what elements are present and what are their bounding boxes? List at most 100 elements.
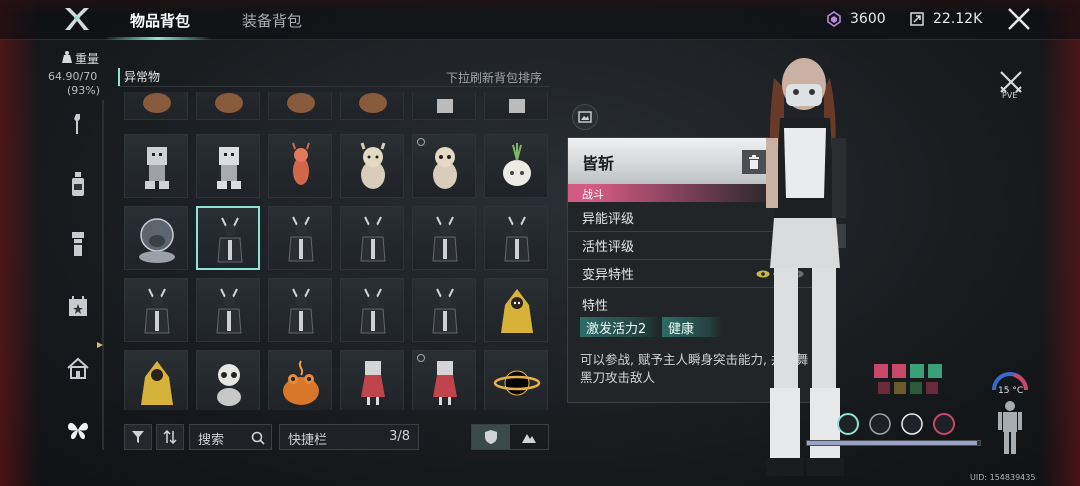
orange-toad-icon — [283, 360, 319, 405]
butterfly-icon — [68, 422, 88, 440]
body-status-icon[interactable] — [996, 400, 1024, 456]
panda-robot-icon — [217, 364, 241, 406]
skill-slots[interactable] — [836, 410, 956, 438]
item-name: 皆斩 — [582, 154, 615, 173]
weight-icon — [62, 51, 72, 63]
active-marker-icon — [97, 342, 103, 348]
box-head-figure-icon — [145, 147, 169, 189]
item-slot[interactable] — [196, 92, 260, 120]
item-slot[interactable] — [412, 134, 476, 198]
game-logo-icon[interactable] — [62, 6, 92, 32]
item-slot[interactable] — [268, 92, 332, 120]
item-slot[interactable] — [124, 350, 188, 410]
mountain-icon — [522, 434, 536, 443]
onion-bulb-icon — [503, 143, 531, 186]
quickbar-button[interactable]: 快捷栏 3/8 — [279, 424, 419, 450]
sort-button[interactable] — [156, 424, 184, 450]
shield-icon — [485, 430, 497, 444]
energy-progress-bar — [806, 440, 981, 446]
item-slot[interactable] — [412, 350, 476, 410]
red-dress-doll-icon — [361, 361, 385, 405]
mode-label: PVE — [1002, 91, 1018, 100]
currency-energy[interactable]: 22.12K — [909, 11, 982, 27]
filter-button[interactable] — [124, 424, 152, 450]
horned-figure-icon — [144, 288, 170, 334]
item-slot[interactable] — [196, 134, 260, 198]
item-slot[interactable] — [340, 350, 404, 410]
red-dress-doll-icon — [433, 361, 457, 405]
rail-divider — [102, 100, 104, 450]
item-slot-selected[interactable] — [196, 206, 260, 270]
sidebar-item-gear[interactable] — [64, 230, 92, 258]
item-slot[interactable] — [412, 206, 476, 270]
sidebar-item-consumables[interactable] — [64, 170, 92, 198]
sidebar-item-anomalies[interactable] — [64, 416, 92, 444]
tab-equipment-bag[interactable]: 装备背包 — [242, 10, 302, 31]
item-slot[interactable] — [196, 350, 260, 410]
teddy-bear-icon — [287, 93, 315, 113]
energy-amount: 22.12K — [933, 11, 983, 27]
active-tab-indicator — [104, 37, 212, 40]
close-icon[interactable] — [1006, 6, 1032, 32]
item-slot[interactable] — [268, 206, 332, 270]
tab-item-bag[interactable]: 物品背包 — [130, 10, 190, 31]
view-toggle-terrain[interactable] — [510, 425, 548, 449]
snow-globe-icon — [139, 218, 175, 263]
item-slot[interactable] — [484, 350, 548, 410]
item-slot[interactable] — [196, 278, 260, 342]
horned-figure-icon — [360, 216, 386, 262]
horned-figure-icon — [288, 288, 314, 334]
house-icon — [67, 357, 89, 379]
trait-chip: 健康 — [662, 317, 722, 337]
item-slot[interactable] — [268, 350, 332, 410]
item-slot[interactable] — [484, 278, 548, 342]
item-slot[interactable] — [340, 206, 404, 270]
search-placeholder: 搜索 — [198, 433, 225, 448]
item-slot[interactable] — [340, 92, 404, 120]
sidebar-item-events[interactable] — [64, 292, 92, 320]
search-input[interactable]: 搜索 — [189, 424, 272, 450]
teddy-bear-icon — [359, 93, 387, 113]
sidebar-item-home[interactable] — [64, 354, 92, 382]
image-icon — [578, 111, 592, 123]
horned-figure-icon — [217, 217, 243, 263]
horned-figure-icon — [504, 216, 530, 262]
item-slot[interactable] — [484, 206, 548, 270]
quickbar-label: 快捷栏 — [288, 433, 328, 448]
search-icon — [251, 431, 265, 445]
item-slot[interactable] — [268, 278, 332, 342]
panel-divider — [118, 86, 550, 87]
stat-label: 活性评级 — [582, 240, 635, 255]
item-slot[interactable] — [124, 206, 188, 270]
item-slot[interactable] — [340, 134, 404, 198]
item-slot[interactable] — [484, 92, 548, 120]
horned-figure-icon — [360, 288, 386, 334]
sort-icon — [163, 430, 177, 444]
crystal-icon — [827, 11, 841, 27]
item-slot[interactable] — [268, 134, 332, 198]
photo-button[interactable] — [572, 104, 598, 130]
currency-crystal[interactable]: 3600 — [826, 11, 886, 27]
item-slot[interactable] — [124, 278, 188, 342]
calendar-icon — [69, 296, 87, 316]
item-slot[interactable] — [340, 278, 404, 342]
energy-progress-fill — [807, 441, 977, 445]
box-head-figure-icon — [437, 99, 453, 113]
bottle-icon — [72, 172, 84, 196]
view-toggle-badge[interactable] — [472, 425, 510, 449]
item-slot[interactable] — [484, 134, 548, 198]
item-grid — [124, 92, 550, 410]
item-slot[interactable] — [124, 134, 188, 198]
plush-doll-icon — [433, 147, 457, 189]
sidebar-item-tools[interactable] — [64, 110, 92, 138]
weight-label: 重量 — [75, 52, 100, 66]
wrench-icon — [74, 114, 80, 134]
weight-value: 64.90/70 — [48, 70, 98, 83]
item-slot[interactable] — [124, 92, 188, 120]
temperature-value: 15 °C — [998, 386, 1024, 396]
horned-figure-icon — [288, 216, 314, 262]
quickbar-count: 3/8 — [389, 429, 410, 444]
energy-icon — [910, 12, 924, 26]
item-slot[interactable] — [412, 92, 476, 120]
item-slot[interactable] — [412, 278, 476, 342]
